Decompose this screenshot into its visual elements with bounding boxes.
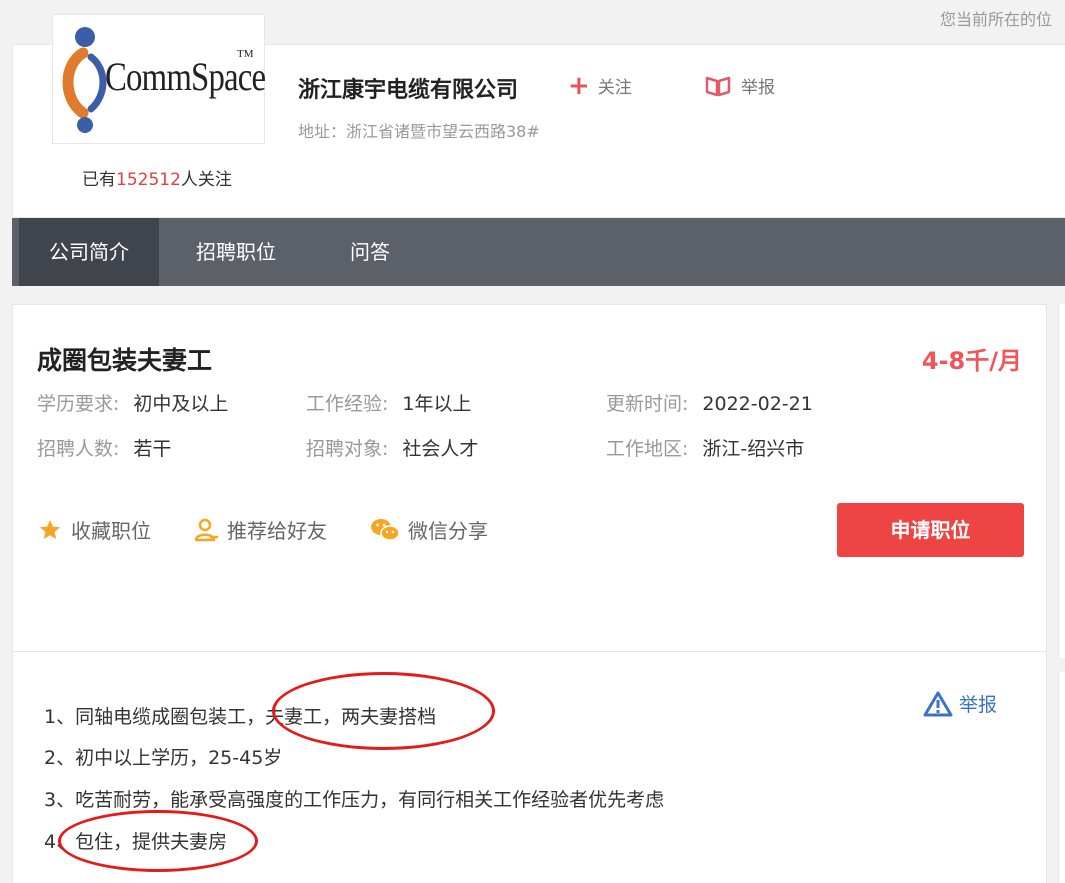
follower-count: 已有152512人关注 — [82, 170, 232, 190]
tab-jobs[interactable]: 招聘职位 — [159, 218, 313, 286]
follower-number: 152512 — [116, 170, 181, 190]
favorite-label: 收藏职位 — [71, 519, 151, 543]
company-address: 地址：浙江省诸暨市望云西路38# — [298, 122, 540, 141]
field-target: 招聘对象: 社会人才 — [306, 438, 479, 460]
company-report-button[interactable]: 举报 — [705, 73, 775, 98]
tab-qa[interactable]: 问答 — [313, 218, 427, 286]
sidebar-edge-lower — [1058, 672, 1065, 883]
field-updated: 更新时间: 2022-02-21 — [606, 393, 813, 415]
tab-company-intro[interactable]: 公司简介 — [19, 218, 159, 286]
job-salary: 4-8千/月 — [921, 347, 1022, 375]
wechat-share-button[interactable]: 微信分享 — [370, 515, 488, 544]
follow-label: 关注 — [597, 78, 632, 98]
user-share-icon — [194, 518, 218, 541]
company-logo: CommSpace TM — [52, 14, 266, 144]
wechat-icon — [371, 518, 400, 541]
job-title: 成圈包装夫妻工 — [37, 346, 213, 375]
sidebar-edge — [1058, 304, 1065, 658]
book-icon — [705, 76, 731, 96]
wechat-label: 微信分享 — [408, 519, 488, 543]
field-experience: 工作经验: 1年以上 — [306, 393, 472, 415]
follow-button[interactable]: + 关注 — [568, 70, 632, 101]
plus-icon: + — [568, 70, 590, 101]
job-description: 1、同轴电缆成圈包装工，夫妻工，两夫妻搭档 2、初中以上学历，25-45岁 3、… — [12, 652, 1047, 883]
job-report-label: 举报 — [959, 694, 998, 716]
tab-bar: 公司简介 招聘职位 问答 — [12, 218, 1065, 286]
recommend-label: 推荐给好友 — [227, 519, 327, 543]
job-card: 成圈包装夫妻工 4-8千/月 学历要求: 初中及以上 工作经验: 1年以上 更新时间… — [12, 304, 1047, 652]
description-line: 1、同轴电缆成圈包装工，夫妻工，两夫妻搭档 — [44, 706, 437, 728]
description-line: 4、包住，提供夫妻房 — [44, 831, 228, 853]
report-label: 举报 — [741, 78, 775, 98]
apply-job-button[interactable]: 申请职位 — [837, 503, 1024, 557]
logo-wordmark: CommSpace — [105, 54, 266, 99]
field-headcount: 招聘人数: 若干 — [37, 438, 172, 460]
company-name[interactable]: 浙江康宇电缆有限公司 — [298, 72, 518, 104]
description-line: 3、吃苦耐劳，能承受高强度的工作压力，有同行相关工作经验者优先考虑 — [44, 789, 665, 811]
logo-trademark: TM — [237, 48, 254, 60]
job-report-button[interactable]: 举报 — [923, 690, 997, 717]
breadcrumb: 您当前所在的位 — [940, 10, 1053, 29]
field-region: 工作地区: 浙江-绍兴市 — [606, 438, 805, 460]
field-education: 学历要求: 初中及以上 — [37, 393, 229, 415]
recommend-friend-button[interactable]: 推荐给好友 — [193, 515, 327, 544]
warning-icon — [923, 691, 953, 716]
star-icon — [40, 519, 60, 539]
description-line: 2、初中以上学历，25-45岁 — [44, 747, 283, 769]
favorite-job-button[interactable]: 收藏职位 — [37, 515, 151, 544]
